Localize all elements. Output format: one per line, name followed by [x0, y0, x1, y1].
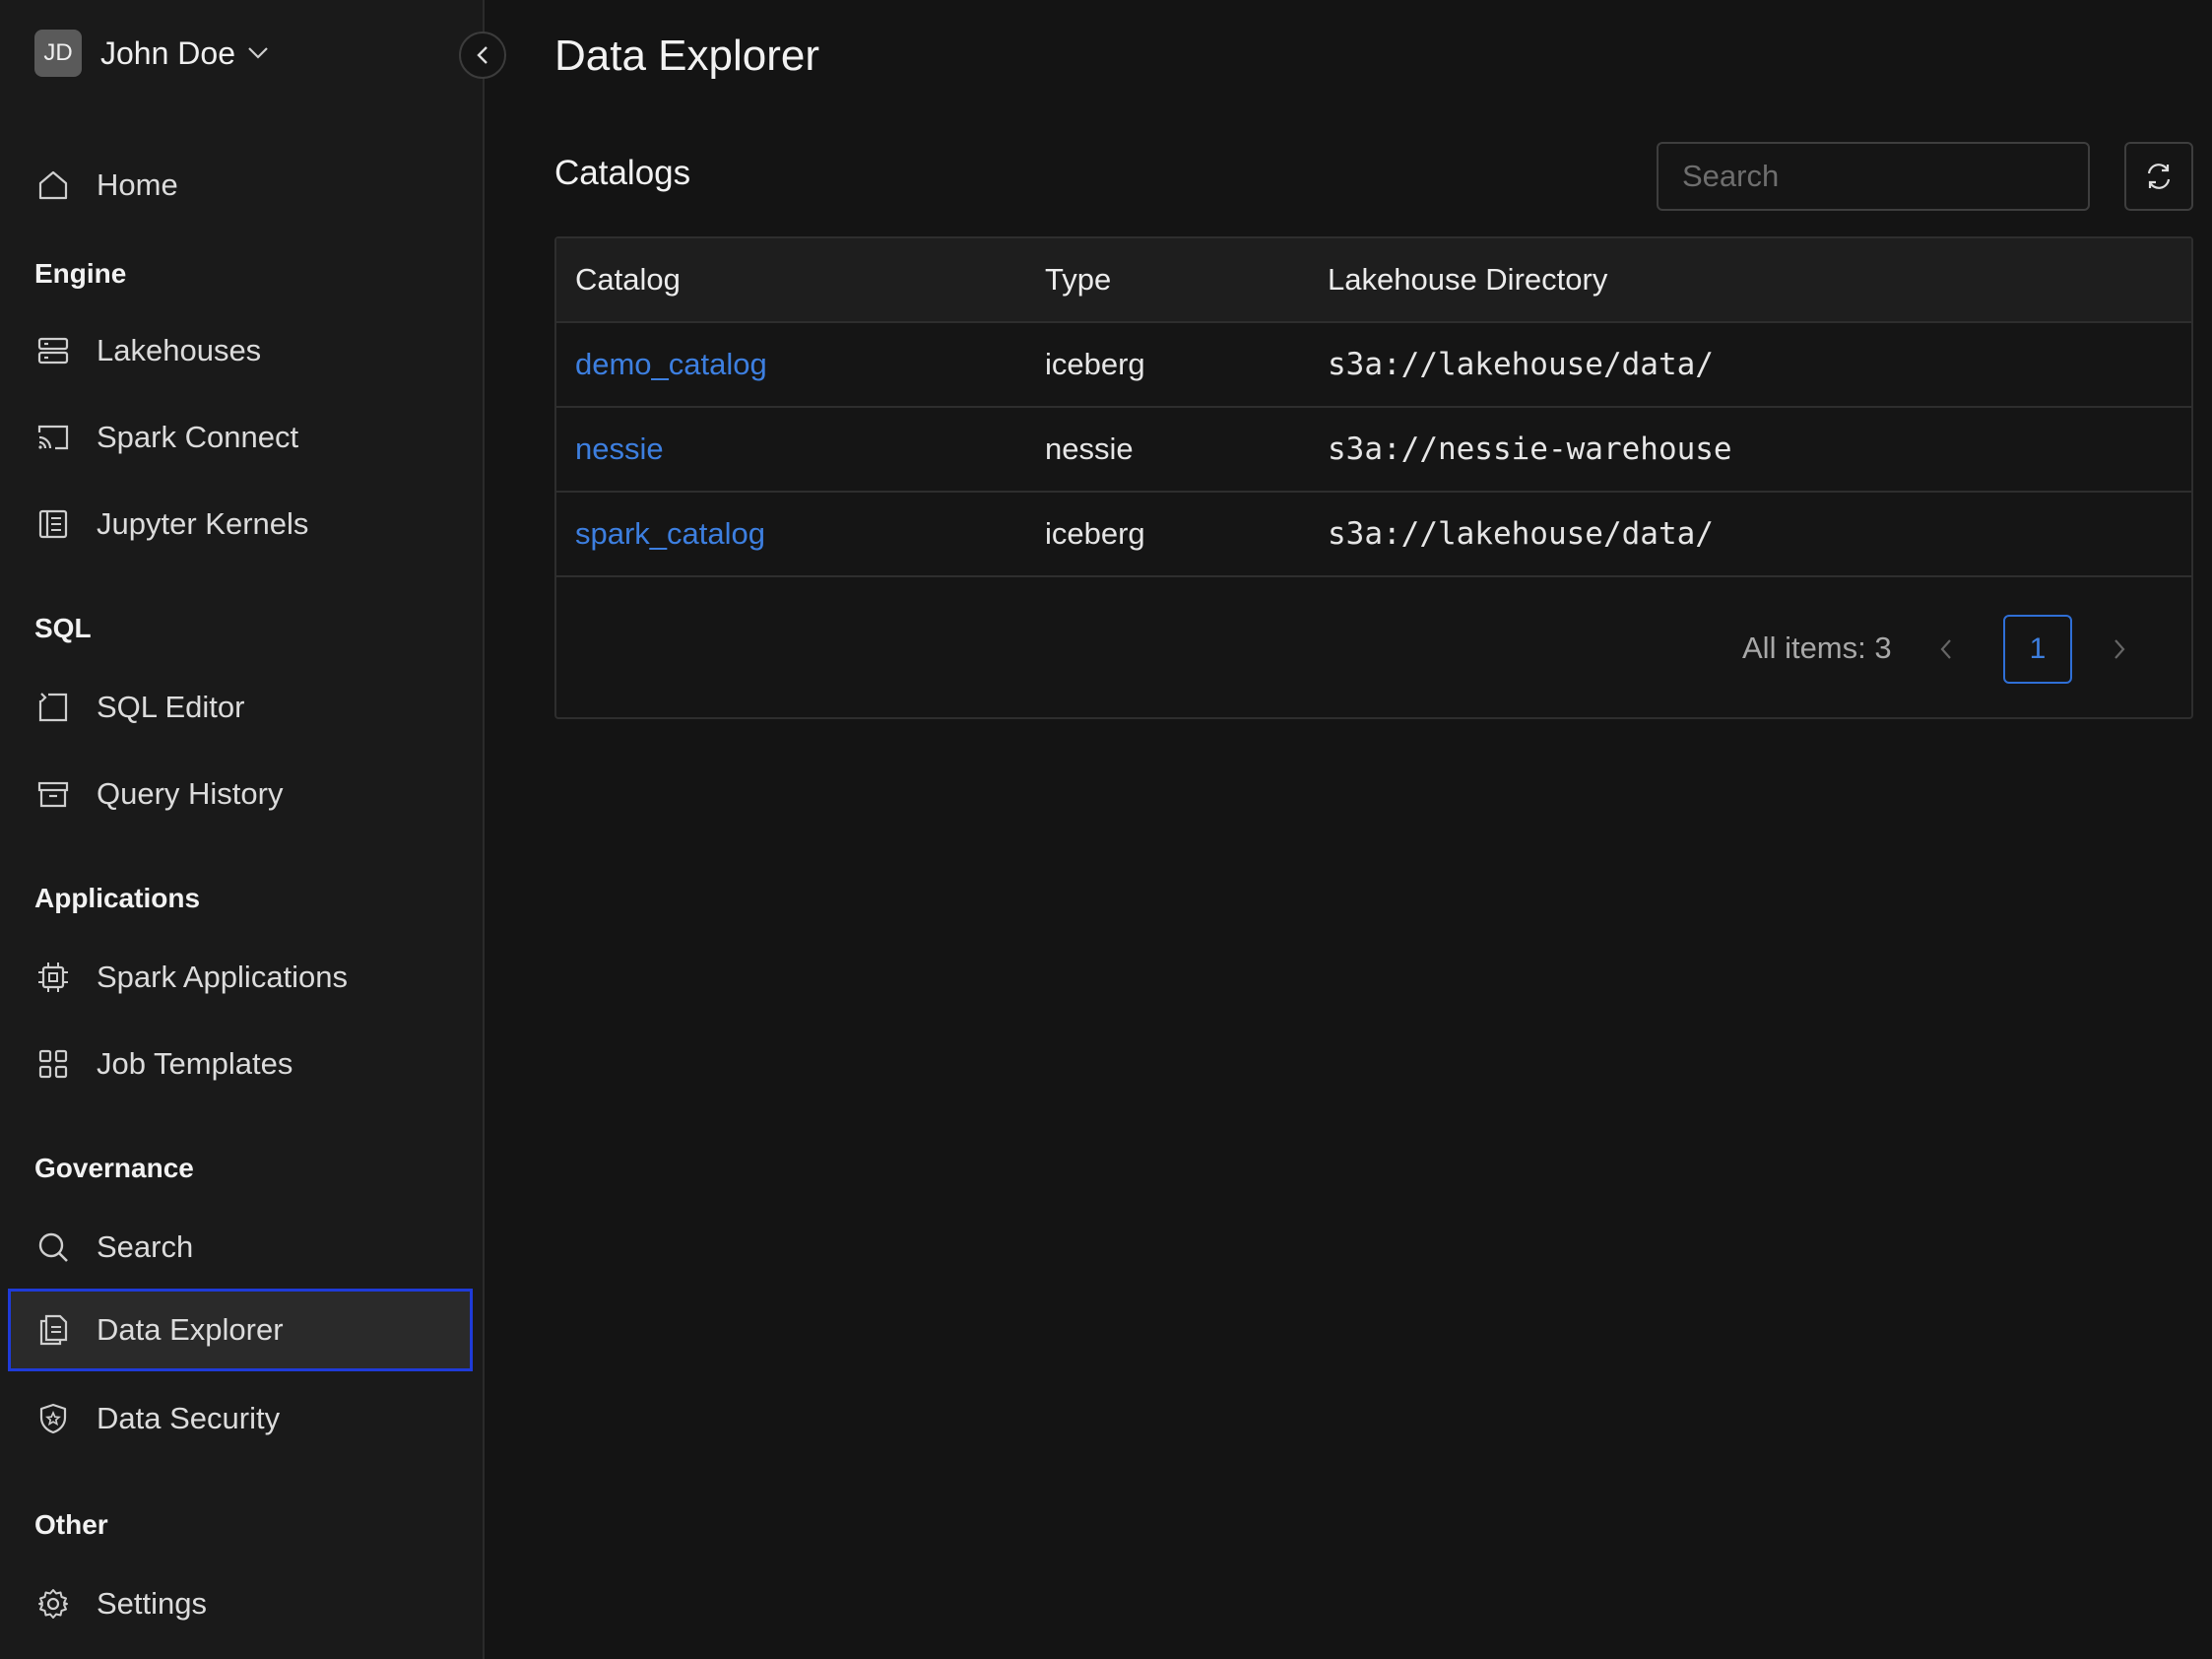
section-title-catalogs: Catalogs [554, 154, 691, 192]
section-title-engine: Engine [34, 258, 127, 289]
sidebar-item-job-templates[interactable]: Job Templates [8, 1023, 473, 1105]
section-title-governance: Governance [34, 1153, 194, 1183]
search-input[interactable] [1657, 142, 2090, 211]
home-icon [35, 167, 71, 203]
sidebar-item-label: SQL Editor [97, 690, 245, 724]
documents-icon [35, 1312, 71, 1348]
total-items-count: All items: 3 [1742, 630, 1892, 665]
archive-icon [35, 776, 71, 812]
column-header-type[interactable]: Type [1045, 262, 1111, 298]
cpu-icon [35, 960, 71, 995]
sidebar-item-label: Jupyter Kernels [97, 506, 309, 541]
sidebar-item-jupyter-kernels[interactable]: Jupyter Kernels [8, 483, 473, 565]
sidebar-item-spark-applications[interactable]: Spark Applications [8, 936, 473, 1019]
page-title: Data Explorer [554, 32, 820, 80]
catalog-link[interactable]: spark_catalog [575, 516, 765, 552]
sidebar-item-label: Lakehouses [97, 333, 262, 367]
section-title-other: Other [34, 1509, 108, 1540]
section-title-applications: Applications [34, 883, 201, 913]
refresh-icon [2144, 162, 2174, 191]
catalog-link[interactable]: nessie [575, 431, 664, 467]
search-icon [35, 1229, 71, 1265]
page-button-current[interactable]: 1 [2003, 615, 2072, 684]
notebook-icon [35, 506, 71, 542]
catalog-directory: s3a://lakehouse/data/ [1328, 347, 1714, 382]
avatar: JD [34, 30, 82, 77]
sidebar-item-label: Search [97, 1229, 194, 1264]
sidebar-item-label: Job Templates [97, 1046, 293, 1081]
user-menu[interactable]: JD John Doe [34, 30, 269, 77]
refresh-button[interactable] [2124, 142, 2193, 211]
table-row: nessie nessie s3a://nessie-warehouse [556, 408, 2191, 493]
chevron-left-icon [1938, 637, 1954, 661]
sidebar: JD John Doe Home Engine Lakehouses Spark… [0, 0, 485, 1659]
shield-icon [35, 1401, 71, 1436]
catalog-type: iceberg [1045, 347, 1145, 381]
server-icon [35, 333, 71, 368]
main-content: Data Explorer Catalogs Catalog Type Lake… [554, 0, 2212, 1659]
table-header: Catalog Type Lakehouse Directory [556, 238, 2191, 323]
catalog-directory: s3a://lakehouse/data/ [1328, 516, 1714, 552]
chevron-down-icon [247, 46, 269, 60]
pagination: All items: 3 1 [556, 615, 2191, 684]
catalog-type: nessie [1045, 431, 1134, 466]
sidebar-item-label: Settings [97, 1586, 208, 1621]
chevron-left-icon [475, 45, 490, 65]
sidebar-item-label: Home [97, 167, 178, 202]
table-row: demo_catalog iceberg s3a://lakehouse/dat… [556, 323, 2191, 408]
catalog-link[interactable]: demo_catalog [575, 347, 767, 382]
column-header-catalog[interactable]: Catalog [575, 262, 681, 298]
section-title-sql: SQL [34, 613, 92, 643]
sidebar-item-label: Spark Connect [97, 420, 299, 454]
sidebar-item-label: Data Explorer [97, 1312, 284, 1347]
sidebar-item-sql-editor[interactable]: SQL Editor [8, 666, 473, 749]
sidebar-item-label: Spark Applications [97, 960, 349, 994]
chevron-right-icon [2112, 637, 2127, 661]
code-editor-icon [35, 690, 71, 725]
gear-icon [35, 1586, 71, 1622]
sidebar-item-data-security[interactable]: Data Security [8, 1377, 473, 1460]
column-header-lakehouse-directory[interactable]: Lakehouse Directory [1328, 262, 1607, 298]
collapse-sidebar-button[interactable] [459, 32, 506, 79]
previous-page-button[interactable] [1931, 634, 1961, 664]
table-row: spark_catalog iceberg s3a://lakehouse/da… [556, 493, 2191, 577]
grid-icon [35, 1046, 71, 1082]
catalogs-table: Catalog Type Lakehouse Directory demo_ca… [554, 236, 2193, 719]
sidebar-item-label: Data Security [97, 1401, 281, 1435]
sidebar-item-settings[interactable]: Settings [8, 1562, 473, 1645]
sidebar-item-lakehouses[interactable]: Lakehouses [8, 309, 473, 392]
catalog-directory: s3a://nessie-warehouse [1328, 431, 1732, 467]
user-name: John Doe [100, 34, 235, 71]
next-page-button[interactable] [2105, 634, 2134, 664]
sidebar-item-spark-connect[interactable]: Spark Connect [8, 396, 473, 479]
sidebar-item-search[interactable]: Search [8, 1206, 473, 1289]
sidebar-item-label: Query History [97, 776, 284, 811]
sidebar-item-query-history[interactable]: Query History [8, 753, 473, 835]
cast-icon [35, 420, 71, 455]
sidebar-item-data-explorer[interactable]: Data Explorer [8, 1289, 473, 1371]
catalog-type: iceberg [1045, 516, 1145, 551]
sidebar-item-home[interactable]: Home [8, 144, 473, 227]
